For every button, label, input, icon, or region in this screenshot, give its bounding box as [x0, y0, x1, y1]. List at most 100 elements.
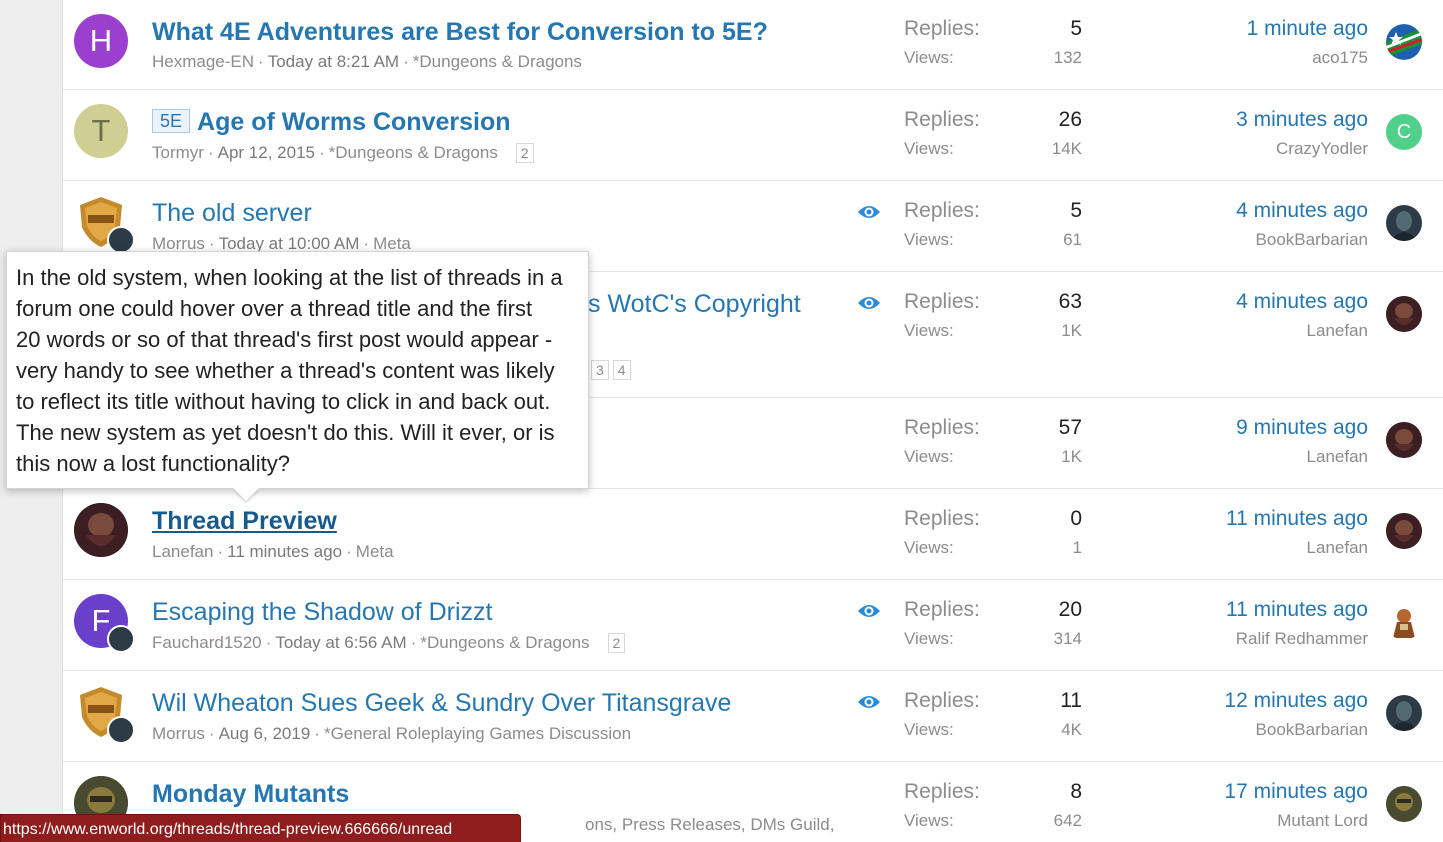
- last-poster-avatar[interactable]: [1386, 422, 1422, 458]
- avatar[interactable]: H: [74, 14, 128, 68]
- last-poster-avatar[interactable]: C: [1386, 114, 1422, 150]
- thread-title[interactable]: Escaping the Shadow of Drizzt: [152, 598, 492, 627]
- thread-meta: Hexmage-EN · Today at 8:21 AM · *Dungeons & …: [152, 52, 582, 71]
- views-label: Views:: [904, 48, 954, 67]
- last-post-time[interactable]: 4 minutes ago: [1236, 290, 1368, 314]
- last-poster-avatar[interactable]: [1386, 786, 1422, 822]
- thread-date[interactable]: Today at 8:21 AM: [268, 52, 399, 71]
- last-poster-letter: C: [1396, 120, 1412, 143]
- last-post-user[interactable]: aco175: [1312, 48, 1368, 68]
- last-post-time[interactable]: 11 minutes ago: [1226, 598, 1368, 622]
- last-poster-avatar[interactable]: [1386, 205, 1422, 241]
- thread-date[interactable]: 11 minutes ago: [227, 542, 342, 561]
- views-label: Views:: [904, 139, 954, 158]
- last-post-user[interactable]: Ralif Redhammer: [1236, 629, 1368, 649]
- thread-date[interactable]: Today at 6:56 AM: [275, 633, 406, 652]
- views-count: 132: [1053, 48, 1082, 67]
- views-label: Views:: [904, 321, 954, 340]
- thread-meta: 34: [591, 360, 631, 380]
- warrior-avatar-icon: [1393, 609, 1415, 638]
- thread-date[interactable]: Apr 12, 2015: [218, 143, 315, 162]
- last-post-time[interactable]: 17 minutes ago: [1224, 780, 1368, 804]
- replies-label: Replies:: [904, 17, 980, 40]
- avatar[interactable]: [74, 503, 128, 557]
- thread-row: F Escaping the Shadow of Drizzt Fauchard…: [63, 580, 1443, 671]
- mini-avatar[interactable]: [107, 716, 135, 744]
- tooltip-line: The new system as yet doesn't do this. W…: [16, 420, 555, 445]
- replies-label: Replies:: [904, 507, 980, 530]
- tooltip-line: to reflect its title without having to c…: [16, 389, 551, 414]
- thread-forum[interactable]: ons, Press Releases, DMs Guild,: [585, 815, 834, 834]
- thread-title[interactable]: s WotC's Copyright: [588, 290, 801, 319]
- replies-count: 20: [1058, 598, 1082, 621]
- thread-meta: ons, Press Releases, DMs Guild,: [585, 815, 834, 835]
- thread-author[interactable]: Tormyr: [152, 143, 204, 162]
- thread-prefix-badge[interactable]: 5E: [152, 109, 191, 133]
- last-post-time[interactable]: 1 minute ago: [1247, 17, 1368, 41]
- thread-date[interactable]: Aug 6, 2019: [219, 724, 311, 743]
- last-poster-avatar[interactable]: [1386, 296, 1422, 332]
- last-poster-avatar[interactable]: [1386, 604, 1422, 640]
- page-link[interactable]: 4: [612, 360, 631, 380]
- last-post-user[interactable]: CrazyYodler: [1276, 139, 1368, 159]
- mini-avatar[interactable]: [107, 625, 135, 653]
- tooltip-line: very handy to see whether a thread's con…: [16, 358, 555, 383]
- views-count: 1: [1072, 538, 1082, 557]
- eye-icon[interactable]: [857, 295, 881, 311]
- last-post-time[interactable]: 12 minutes ago: [1224, 689, 1368, 713]
- eye-icon[interactable]: [857, 694, 881, 710]
- page-link[interactable]: 3: [591, 360, 609, 380]
- last-poster-avatar[interactable]: [1386, 24, 1422, 60]
- views-label: Views:: [904, 629, 954, 648]
- thread-forum[interactable]: *Dungeons & Dragons: [420, 633, 589, 652]
- last-post-time[interactable]: 4 minutes ago: [1236, 199, 1368, 223]
- dwarf-avatar-icon: [1386, 422, 1422, 458]
- thread-title[interactable]: What 4E Adventures are Best for Conversi…: [152, 18, 768, 47]
- thread-author[interactable]: Morrus: [152, 724, 205, 743]
- flag-avatar-icon: [1386, 24, 1422, 60]
- last-post-user[interactable]: BookBarbarian: [1256, 230, 1368, 250]
- thread-title[interactable]: Age of Worms Conversion: [197, 108, 510, 136]
- last-post-user[interactable]: BookBarbarian: [1256, 720, 1368, 740]
- page-link[interactable]: 2: [515, 143, 534, 163]
- thread-title[interactable]: Wil Wheaton Sues Geek & Sundry Over Tita…: [152, 689, 731, 718]
- last-post-user[interactable]: Lanefan: [1307, 321, 1368, 341]
- avatar-letter: T: [91, 113, 111, 148]
- views-count: 1K: [1061, 447, 1082, 466]
- mini-avatar[interactable]: [107, 226, 135, 254]
- thread-forum[interactable]: *Dungeons & Dragons: [413, 52, 582, 71]
- thread-meta: Tormyr · Apr 12, 2015 · *Dungeons & Dragons 2: [152, 143, 534, 163]
- last-post-user[interactable]: Lanefan: [1307, 447, 1368, 467]
- eye-icon[interactable]: [857, 204, 881, 220]
- last-post-user[interactable]: Mutant Lord: [1277, 811, 1368, 831]
- thread-author[interactable]: Fauchard1520: [152, 633, 262, 652]
- replies-count: 11: [1060, 689, 1082, 712]
- page-link[interactable]: 2: [607, 633, 626, 653]
- last-post-time[interactable]: 11 minutes ago: [1226, 507, 1368, 531]
- thread-preview-tooltip: In the old system, when looking at the l…: [6, 251, 589, 501]
- thread-author[interactable]: Lanefan: [152, 542, 213, 561]
- replies-count: 0: [1070, 507, 1082, 530]
- thread-title[interactable]: Thread Preview: [152, 507, 337, 536]
- replies-count: 5: [1070, 199, 1082, 222]
- last-poster-avatar[interactable]: [1386, 695, 1422, 731]
- replies-count: 26: [1058, 108, 1082, 131]
- last-poster-avatar[interactable]: [1386, 513, 1422, 549]
- thread-forum[interactable]: *General Roleplaying Games Discussion: [324, 724, 631, 743]
- thread-author[interactable]: Hexmage-EN: [152, 52, 254, 71]
- last-post-user[interactable]: Lanefan: [1307, 538, 1368, 558]
- thread-forum[interactable]: *Dungeons & Dragons: [329, 143, 498, 162]
- eye-icon[interactable]: [857, 603, 881, 619]
- replies-count: 8: [1070, 780, 1082, 803]
- thread-forum[interactable]: Meta: [356, 542, 394, 561]
- thread-title[interactable]: Monday Mutants: [152, 780, 349, 809]
- replies-count: 57: [1058, 416, 1082, 439]
- browser-status-url: https://www.enworld.org/threads/thread-p…: [0, 814, 521, 842]
- dwarf-avatar-icon: [74, 503, 128, 557]
- avatar[interactable]: T: [74, 104, 128, 158]
- last-post-time[interactable]: 9 minutes ago: [1236, 416, 1368, 440]
- last-post-time[interactable]: 3 minutes ago: [1236, 108, 1368, 132]
- views-label: Views:: [904, 720, 954, 739]
- tooltip-arrow: [233, 488, 259, 501]
- thread-title[interactable]: The old server: [152, 199, 312, 228]
